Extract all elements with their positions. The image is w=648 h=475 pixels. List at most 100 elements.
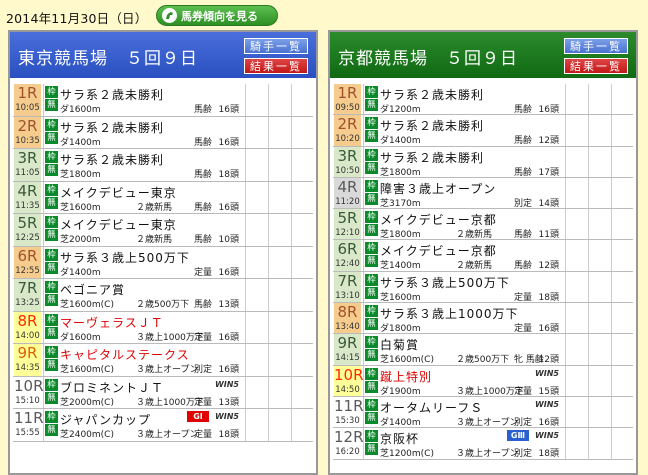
result-cell[interactable] (245, 279, 267, 311)
result-cell[interactable] (611, 428, 633, 459)
result-cell[interactable] (565, 115, 587, 146)
race-name[interactable]: サラ系２歳未勝利 (60, 151, 164, 168)
result-cell[interactable] (588, 240, 610, 271)
race-info[interactable]: 枠無サラ系２歳未勝利 ダ1200m 馬齢 16頭 (363, 84, 563, 115)
result-cell[interactable] (291, 344, 313, 376)
result-cell[interactable] (588, 428, 610, 459)
result-cell[interactable] (245, 409, 267, 441)
race-number-cell[interactable]: 7R 13:25 (14, 279, 41, 311)
race-row[interactable]: 11R 15:30 枠無オータムリーフＳ ダ1400m ３歳上オープン 別定 16頭 WIN5 (333, 396, 633, 429)
race-info[interactable]: 枠無蹴上特別 ダ1900m ３歳上1000万下 定量 15頭 WIN5 (363, 365, 563, 397)
result-cell[interactable] (291, 279, 313, 311)
result-cell[interactable] (291, 181, 313, 213)
race-name[interactable]: ジャパンカップ (60, 411, 151, 428)
race-row[interactable]: 8R 13:40 枠無サラ系３歳上1000万下 ダ1800m 定量 16頭 (333, 303, 633, 335)
race-number-cell[interactable]: 8R 14:00 (14, 311, 41, 343)
result-cell[interactable] (611, 396, 633, 428)
race-number-cell[interactable]: 6R 12:40 (334, 240, 361, 271)
result-cell[interactable] (611, 271, 633, 303)
result-cell[interactable] (268, 279, 290, 311)
race-info[interactable]: 枠無サラ系３歳上1000万下 ダ1800m 定量 16頭 (363, 303, 563, 334)
race-number-cell[interactable]: 3R 11:05 (14, 149, 41, 181)
result-cell[interactable] (291, 409, 313, 441)
race-row[interactable]: 12R 16:20 枠無京阪杯 芝1200m(C) ３歳上オープン 別定 18頭 GⅢ WIN5 (333, 428, 633, 460)
race-number-cell[interactable]: 5R 12:25 (14, 214, 41, 246)
race-row[interactable]: 1R 10:05 枠無サラ系２歳未勝利 ダ1600m 馬齢 16頭 (13, 84, 313, 117)
race-row[interactable]: 1R 09:50 枠無サラ系２歳未勝利 ダ1200m 馬齢 16頭 (333, 84, 633, 116)
race-row[interactable]: 3R 11:05 枠無サラ系２歳未勝利 芝1800m 馬齢 18頭 (13, 149, 313, 182)
result-cell[interactable] (245, 344, 267, 376)
result-cell[interactable] (245, 376, 267, 408)
race-number-cell[interactable]: 2R 10:20 (334, 115, 361, 146)
race-info[interactable]: 枠無白菊賞 芝1600m(C) ２歳500万下牝 馬齢 12頭 (363, 334, 563, 365)
result-cell[interactable] (588, 396, 610, 428)
race-row[interactable]: 10R 15:10 枠無ブロミネントＪＴ 芝2000m(C) ３歳上1000万下 定量 13… (13, 376, 313, 409)
result-cell[interactable] (611, 115, 633, 146)
result-cell[interactable] (565, 209, 587, 240)
race-name[interactable]: メイクデビュー京都 (380, 211, 497, 228)
result-cell[interactable] (291, 149, 313, 181)
race-number-cell[interactable]: 3R 10:50 (334, 146, 361, 177)
race-info[interactable]: 枠無障害３歳上オープン 芝3170m 別定 14頭 (363, 177, 563, 209)
race-name[interactable]: 白菊賞 (380, 336, 419, 353)
result-cell[interactable] (291, 84, 313, 116)
race-info[interactable]: 枠無メイクデビュー京都 芝1400m ２歳新馬 馬齢 12頭 (363, 240, 563, 271)
race-info[interactable]: 枠無ベゴニア賞 芝1600m(C) ２歳500万下 馬齢 13頭 (43, 279, 243, 311)
result-cell[interactable] (611, 334, 633, 365)
race-name[interactable]: マーヴェラスＪＴ (60, 314, 164, 331)
result-cell[interactable] (268, 149, 290, 181)
race-name[interactable]: サラ系２歳未勝利 (60, 86, 164, 103)
race-row[interactable]: 9R 14:35 枠無キャピタルステークス 芝1600m(C) ３歳上オープン 別定 16頭 (13, 344, 313, 377)
race-number-cell[interactable]: 4R 11:35 (14, 181, 41, 213)
race-row[interactable]: 4R 11:35 枠無メイクデビュー東京 芝1600m ２歳新馬 馬齢 16頭 (13, 181, 313, 214)
result-cell[interactable] (588, 146, 610, 177)
race-name[interactable]: サラ系３歳上1000万下 (380, 305, 519, 322)
result-cell[interactable] (268, 344, 290, 376)
race-name[interactable]: メイクデビュー東京 (60, 216, 177, 233)
race-number-cell[interactable]: 12R 16:20 (334, 428, 364, 459)
result-cell[interactable] (245, 116, 267, 148)
result-cell[interactable] (588, 334, 610, 365)
race-name[interactable]: メイクデビュー京都 (380, 242, 497, 259)
result-cell[interactable] (565, 365, 587, 396)
race-name[interactable]: キャピタルステークス (60, 346, 190, 363)
race-name[interactable]: 京阪杯 (380, 430, 419, 447)
race-info[interactable]: 枠無メイクデビュー東京 芝1600m ２歳新馬 馬齢 16頭 (43, 181, 243, 213)
result-cell[interactable] (245, 181, 267, 213)
race-info[interactable]: 枠無ジャパンカップ 芝2400m(C) ３歳上オープン 定量 18頭 GⅠ WIN5 (43, 409, 243, 441)
race-info[interactable]: 枠無サラ系３歳上500万下 ダ1400m 定量 16頭 (43, 246, 243, 278)
view-betting-trend-button[interactable]: 馬券傾向を見る (156, 5, 278, 26)
jockey-list-button[interactable]: 騎手一覧 (564, 38, 628, 54)
race-number-cell[interactable]: 11R 15:30 (334, 396, 364, 428)
result-cell[interactable] (565, 271, 587, 303)
result-cell[interactable] (291, 246, 313, 278)
result-cell[interactable] (245, 246, 267, 278)
race-name[interactable]: 蹴上特別 (380, 368, 432, 385)
race-name[interactable]: サラ系３歳上500万下 (380, 274, 510, 291)
jockey-list-button[interactable]: 騎手一覧 (244, 38, 308, 54)
race-row[interactable]: 11R 15:55 枠無ジャパンカップ 芝2400m(C) ３歳上オープン 定量 18頭 GⅠ… (13, 409, 313, 442)
race-name[interactable]: サラ系２歳未勝利 (380, 149, 484, 166)
race-row[interactable]: 6R 12:40 枠無メイクデビュー京都 芝1400m ２歳新馬 馬齢 12頭 (333, 240, 633, 272)
race-number-cell[interactable]: 6R 12:55 (14, 246, 41, 278)
result-cell[interactable] (565, 428, 587, 459)
race-row[interactable]: 5R 12:10 枠無メイクデビュー京都 芝1800m ２歳新馬 馬齢 11頭 (333, 209, 633, 241)
result-cell[interactable] (268, 84, 290, 116)
result-cell[interactable] (268, 311, 290, 343)
result-cell[interactable] (291, 116, 313, 148)
race-number-cell[interactable]: 11R 15:55 (14, 409, 44, 441)
result-cell[interactable] (291, 311, 313, 343)
race-name[interactable]: ブロミネントＪＴ (60, 379, 164, 396)
race-number-cell[interactable]: 8R 13:40 (334, 303, 361, 334)
result-cell[interactable] (565, 303, 587, 334)
result-cell[interactable] (611, 146, 633, 177)
race-number-cell[interactable]: 10R 15:10 (14, 376, 44, 408)
result-cell[interactable] (588, 271, 610, 303)
race-name[interactable]: オータムリーフＳ (380, 399, 483, 416)
result-cell[interactable] (611, 177, 633, 209)
result-cell[interactable] (268, 116, 290, 148)
race-info[interactable]: 枠無ブロミネントＪＴ 芝2000m(C) ３歳上1000万下 定量 13頭 WIN5 (43, 376, 243, 408)
race-info[interactable]: 枠無メイクデビュー京都 芝1800m ２歳新馬 馬齢 11頭 (363, 209, 563, 240)
race-number-cell[interactable]: 10R 14:50 (334, 365, 364, 396)
race-row[interactable]: 7R 13:25 枠無ベゴニア賞 芝1600m(C) ２歳500万下 馬齢 13頭 (13, 279, 313, 312)
